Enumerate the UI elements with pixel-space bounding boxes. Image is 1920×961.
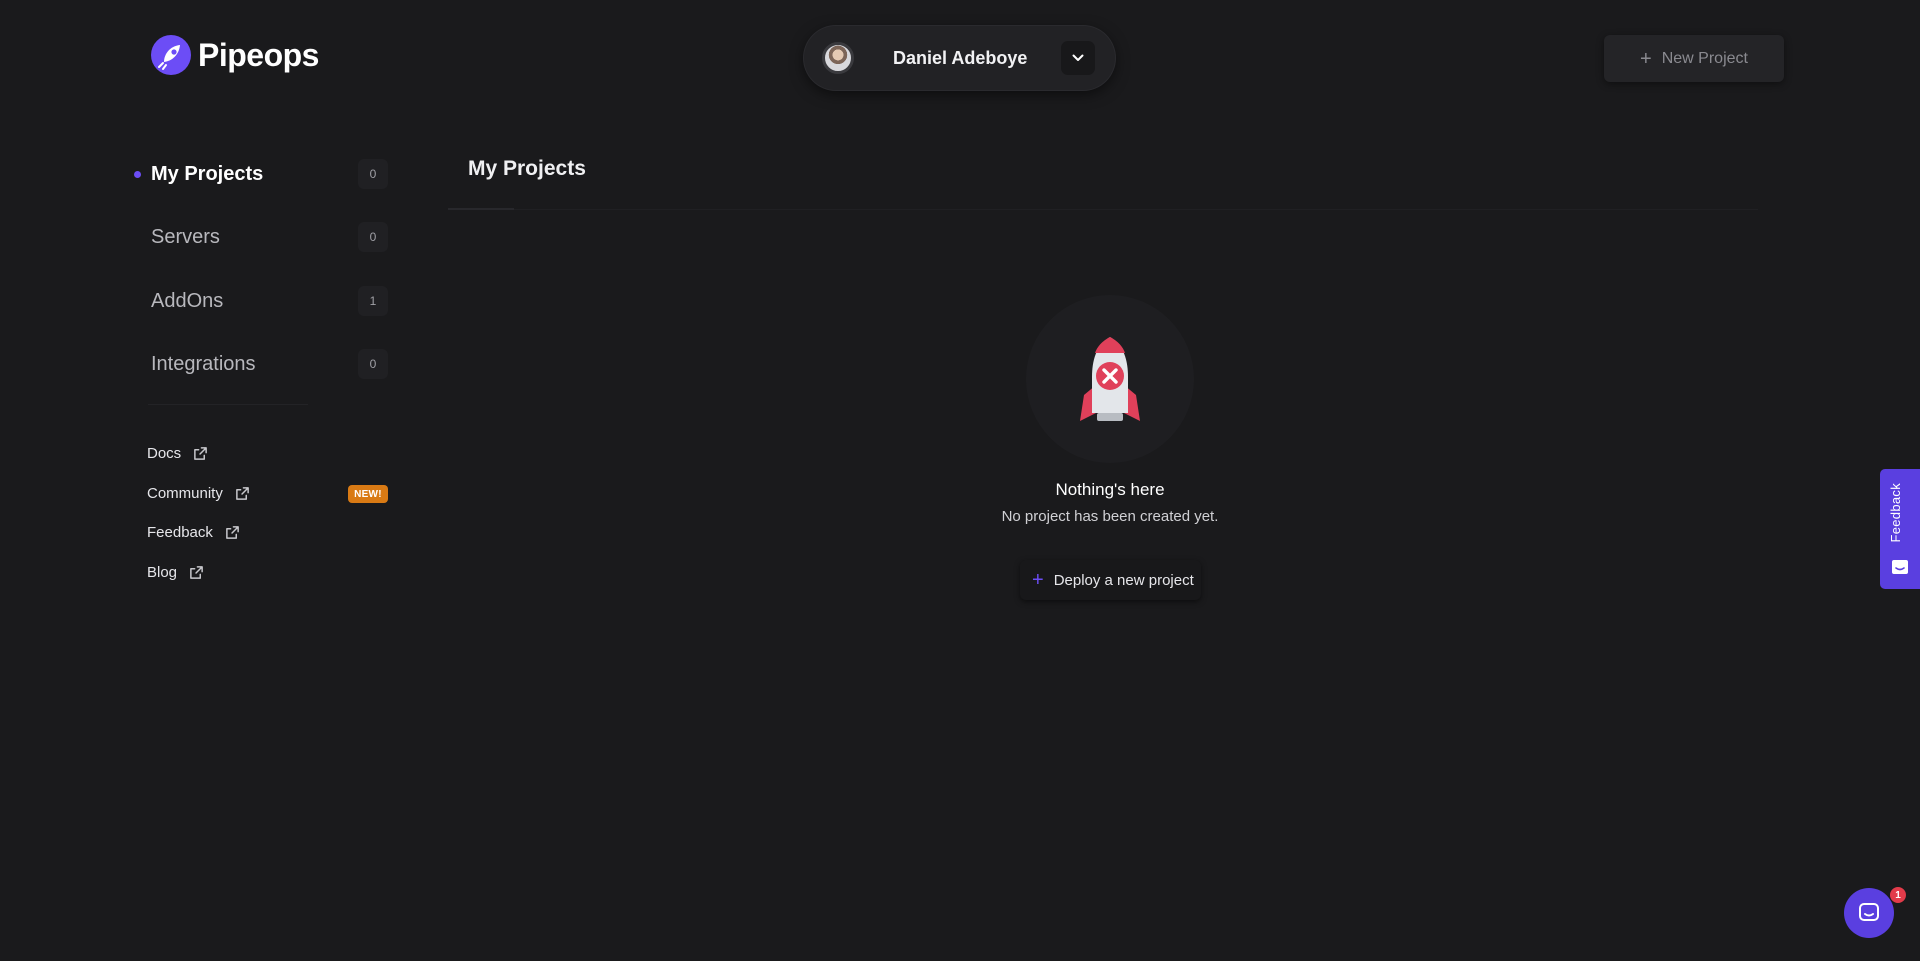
blog-link[interactable]: Blog — [147, 560, 204, 584]
chat-notification-badge: 1 — [1890, 887, 1906, 903]
rocket-logo-icon — [151, 35, 191, 75]
external-link-icon — [194, 446, 208, 460]
empty-state-title: Nothing's here — [1055, 480, 1165, 499]
sidebar-item-label: Integrations — [151, 352, 256, 375]
pipeops-logo[interactable]: Pipeops — [150, 34, 319, 76]
empty-state-illustration — [1026, 295, 1194, 463]
count-badge: 0 — [358, 159, 388, 189]
deploy-project-label: Deploy a new project — [1053, 571, 1194, 589]
sidebar-item-label: Servers — [151, 225, 220, 248]
empty-state-subtitle: No project has been created yet. — [1001, 508, 1219, 525]
sidebar-item-addons[interactable]: AddOns 1 — [130, 281, 390, 321]
feedback-tab-label: Feedback — [1888, 483, 1903, 543]
sidebar-item-my-projects[interactable]: My Projects 0 — [130, 154, 390, 194]
sidebar-item-label: AddOns — [151, 289, 224, 312]
docs-link-label: Docs — [147, 444, 182, 462]
deploy-project-button[interactable]: + Deploy a new project — [1020, 560, 1201, 600]
page-title: My Projects — [468, 157, 586, 180]
external-link-icon — [226, 525, 239, 539]
community-link[interactable]: Community — [147, 481, 250, 505]
feedback-tab[interactable]: Feedback — [1880, 469, 1920, 589]
count-badge: 0 — [358, 222, 388, 252]
chevron-down-icon — [1072, 54, 1084, 61]
new-project-label: New Project — [1661, 49, 1748, 67]
active-indicator — [134, 170, 141, 178]
user-switcher[interactable]: Daniel Adeboye — [804, 26, 1115, 90]
avatar — [822, 42, 854, 74]
community-link-label: Community — [147, 484, 223, 502]
sidebar-item-servers[interactable]: Servers 0 — [130, 217, 390, 257]
count-badge: 1 — [358, 286, 388, 316]
plus-icon: + — [1032, 569, 1044, 591]
new-project-button[interactable]: + New Project — [1604, 35, 1784, 82]
new-badge: NEW! — [348, 485, 388, 503]
feedback-link-label: Feedback — [147, 523, 213, 541]
feedback-icon — [1892, 560, 1908, 574]
docs-link[interactable]: Docs — [147, 441, 208, 465]
user-menu-toggle[interactable] — [1061, 41, 1095, 75]
external-link-icon — [190, 565, 203, 579]
sidebar-item-integrations[interactable]: Integrations 0 — [130, 344, 390, 384]
user-name: Daniel Adeboye — [893, 47, 1028, 68]
logo-text: Pipeops — [198, 36, 319, 73]
feedback-link[interactable]: Feedback — [147, 520, 240, 544]
title-underline — [448, 208, 514, 210]
chat-bubble-icon — [1859, 903, 1879, 921]
external-link-icon — [235, 486, 249, 500]
rocket-error-icon — [1080, 337, 1140, 421]
blog-link-label: Blog — [147, 563, 178, 581]
sidebar-divider — [148, 404, 308, 405]
chat-launcher-button[interactable] — [1844, 888, 1894, 938]
plus-icon: + — [1640, 47, 1652, 70]
count-badge: 0 — [358, 349, 388, 379]
title-divider — [448, 209, 1758, 210]
sidebar-item-label: My Projects — [151, 162, 264, 185]
